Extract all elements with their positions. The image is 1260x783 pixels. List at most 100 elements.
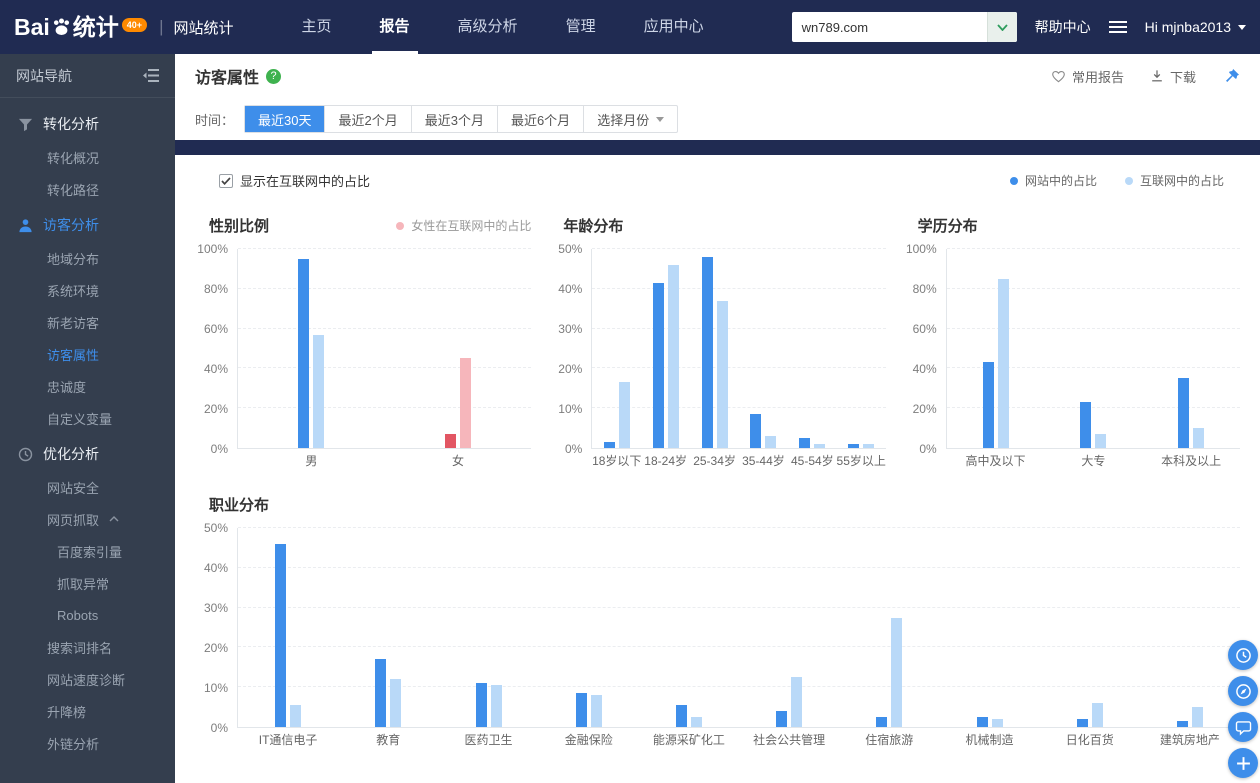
bar [445, 434, 456, 448]
logo[interactable]: Bai 统计 40+ [14, 16, 147, 39]
x-axis-label: 55岁以上 [837, 452, 886, 469]
x-axis-label: 高中及以下 [966, 452, 1026, 469]
fab-compass-button[interactable] [1228, 676, 1258, 706]
sidebar-section-转化分析[interactable]: 转化分析 [0, 107, 175, 141]
y-axis-label: 0% [211, 721, 228, 735]
y-axis-label: 10% [558, 402, 582, 416]
x-axis-label: 教育 [376, 731, 400, 748]
sidebar-item-升降榜[interactable]: 升降榜 [0, 695, 175, 727]
sidebar-section-访客分析[interactable]: 访客分析 [0, 208, 175, 242]
y-axis: 0%20%40%60%80%100% [195, 249, 237, 449]
sidebar-item-自定义变量[interactable]: 自定义变量 [0, 402, 175, 434]
sidebar-item-搜索词排名[interactable]: 搜索词排名 [0, 631, 175, 663]
x-axis-label: 本科及以上 [1161, 452, 1221, 469]
sidebar-section-优化分析[interactable]: 优化分析 [0, 437, 175, 471]
legend-item-网站中的占比[interactable]: 网站中的占比 [1010, 172, 1097, 189]
bar-group-男: 男 [238, 249, 385, 448]
sidebar-item-label: 网站安全 [47, 478, 99, 497]
bar-group-55岁以上: 55岁以上 [837, 249, 886, 448]
chart-body: 0%10%20%30%40%50% IT通信电子教育医药卫生金融保险能源采矿化工… [195, 528, 1240, 728]
sidebar-item-新老访客[interactable]: 新老访客 [0, 306, 175, 338]
sidebar-item-label: 转化概况 [47, 148, 99, 167]
sidebar-item-转化路径[interactable]: 转化路径 [0, 173, 175, 205]
time-filter-label: 最近6个月 [511, 110, 570, 129]
sidebar-item-网站速度诊断[interactable]: 网站速度诊断 [0, 663, 175, 695]
sidebar-item-访客属性[interactable]: 访客属性 [0, 338, 175, 370]
y-axis-label: 40% [204, 362, 228, 376]
sidebar: 网站导航 转化分析转化概况转化路径访客分析地域分布系统环境新老访客访客属性忠诚度… [0, 54, 175, 783]
nav-item-报告[interactable]: 报告 [356, 0, 434, 54]
nav-item-主页[interactable]: 主页 [278, 0, 356, 54]
body-row: 网站导航 转化分析转化概况转化路径访客分析地域分布系统环境新老访客访客属性忠诚度… [0, 54, 1260, 783]
bar [668, 265, 679, 448]
sidebar-item-外链分析[interactable]: 外链分析 [0, 727, 175, 759]
chat-icon [1235, 719, 1252, 736]
show-internet-checkbox[interactable]: 显示在互联网中的占比 [219, 171, 370, 190]
sidebar-item-忠诚度[interactable]: 忠诚度 [0, 370, 175, 402]
time-filter-最近30天[interactable]: 最近30天 [245, 106, 324, 132]
funnel-icon [18, 117, 33, 132]
collapse-sidebar-icon[interactable] [143, 69, 159, 82]
bar [765, 436, 776, 448]
chevron-down-icon [656, 117, 664, 122]
fab-plus-button[interactable] [1228, 748, 1258, 778]
legend-item-互联网中的占比[interactable]: 互联网中的占比 [1125, 172, 1224, 189]
bar [275, 544, 286, 727]
nav-item-高级分析[interactable]: 高级分析 [434, 0, 542, 54]
bar-group-医药卫生: 医药卫生 [438, 528, 538, 727]
sidebar-item-转化概况[interactable]: 转化概况 [0, 141, 175, 173]
bar [653, 283, 664, 448]
sidebar-item-Robots[interactable]: Robots [0, 599, 175, 631]
time-filter-row: 时间： 最近30天最近2个月最近3个月最近6个月选择月份 [175, 98, 1260, 140]
fab-chat-button[interactable] [1228, 712, 1258, 742]
time-filter-最近6个月[interactable]: 最近6个月 [497, 106, 583, 132]
legend-dot [1125, 177, 1133, 185]
y-axis-label: 30% [558, 322, 582, 336]
bar [375, 659, 386, 727]
sidebar-item-label: 新老访客 [47, 313, 99, 332]
bar-group-大专: 大专 [1044, 249, 1142, 448]
pin-icon[interactable] [1224, 68, 1240, 84]
legend-label: 网站中的占比 [1025, 172, 1097, 189]
favorite-report-button[interactable]: 常用报告 [1051, 67, 1124, 86]
checkbox-icon[interactable] [219, 174, 233, 188]
checkbox-label: 显示在互联网中的占比 [240, 171, 370, 190]
sidebar-item-网站安全[interactable]: 网站安全 [0, 471, 175, 503]
sidebar-item-地域分布[interactable]: 地域分布 [0, 242, 175, 274]
bar-group-金融保险: 金融保险 [539, 528, 639, 727]
bar [983, 362, 994, 448]
sidebar-item-百度索引量[interactable]: 百度索引量 [0, 535, 175, 567]
fab-clock-button[interactable] [1228, 640, 1258, 670]
sidebar-item-label: 自定义变量 [47, 409, 112, 428]
download-button[interactable]: 下载 [1150, 67, 1196, 86]
bar [1077, 719, 1088, 727]
nav-item-应用中心[interactable]: 应用中心 [620, 0, 728, 54]
sidebar-item-系统环境[interactable]: 系统环境 [0, 274, 175, 306]
x-axis-label: 住宿旅游 [865, 731, 913, 748]
bar [848, 444, 859, 448]
sidebar-item-网页抓取[interactable]: 网页抓取 [0, 503, 175, 535]
time-filter-选择月份[interactable]: 选择月份 [583, 106, 677, 132]
list-icon[interactable] [1109, 20, 1127, 34]
x-axis-label: 金融保险 [565, 731, 613, 748]
domain-selector[interactable]: wn789.com [792, 12, 1017, 42]
user-menu[interactable]: Hi mjnba2013 [1145, 19, 1246, 35]
sidebar-item-label: 访客属性 [47, 345, 99, 364]
nav-item-管理[interactable]: 管理 [542, 0, 620, 54]
chevron-down-icon[interactable] [987, 12, 1017, 42]
help-icon[interactable]: ? [266, 69, 281, 84]
sidebar-item-抓取异常[interactable]: 抓取异常 [0, 567, 175, 599]
topnav-right: wn789.com 帮助中心 Hi mjnba2013 [792, 12, 1246, 42]
time-filter-最近2个月[interactable]: 最近2个月 [324, 106, 410, 132]
chart-head: 性别比例 女性在互联网中的占比 [195, 216, 531, 235]
time-filter-label: 最近2个月 [338, 110, 397, 129]
y-axis-label: 40% [558, 282, 582, 296]
time-filter-最近3个月[interactable]: 最近3个月 [411, 106, 497, 132]
y-axis-label: 40% [204, 561, 228, 575]
time-filter-label: 最近30天 [258, 110, 311, 129]
sidebar-item-label: 访客分析 [43, 215, 99, 235]
bar-group-45-54岁: 45-54岁 [788, 249, 837, 448]
logo-text: Bai 统计 [14, 16, 119, 39]
help-center-link[interactable]: 帮助中心 [1035, 17, 1091, 37]
sidebar-item-label: 转化分析 [43, 114, 99, 134]
